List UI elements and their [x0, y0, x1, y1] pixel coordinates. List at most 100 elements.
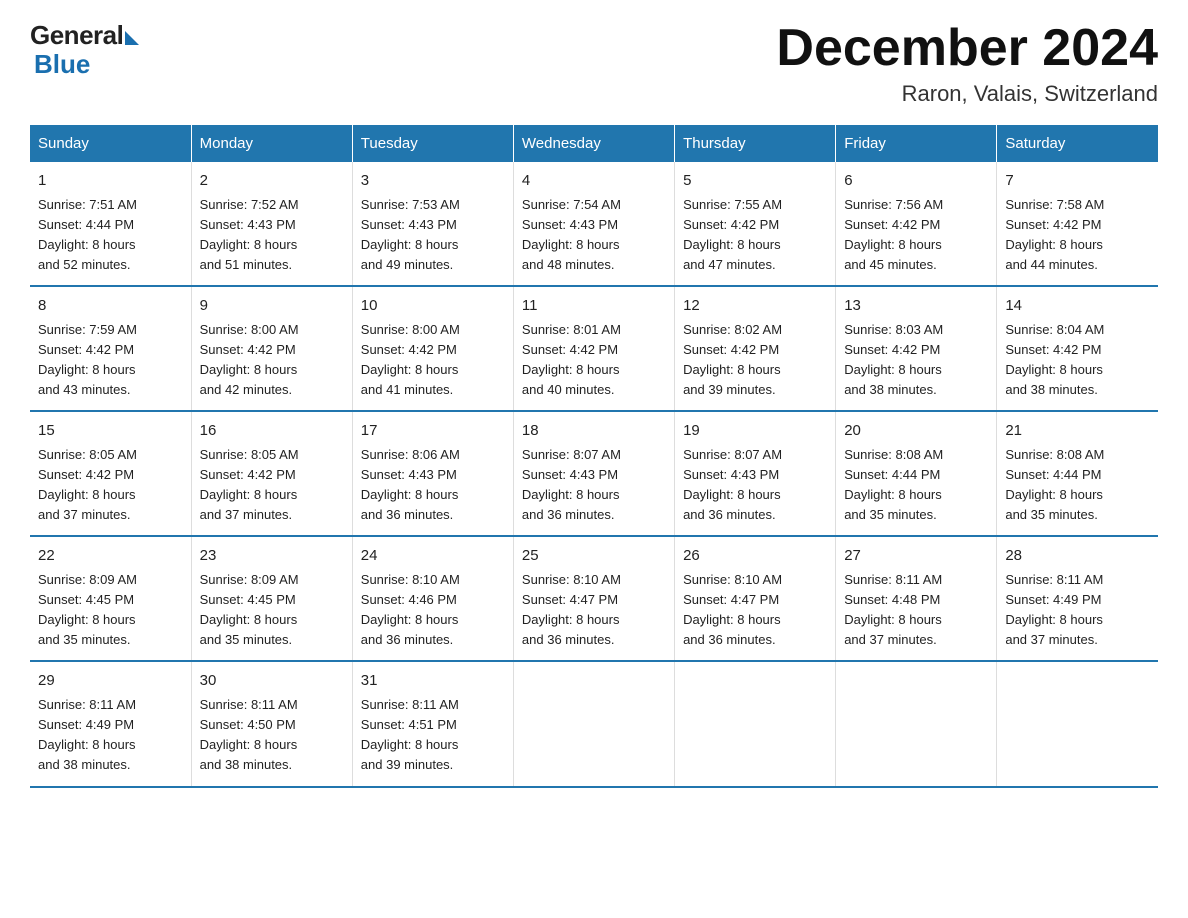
day-info: Sunrise: 7:56 AMSunset: 4:42 PMDaylight:…	[844, 195, 988, 276]
day-cell: 26Sunrise: 8:10 AMSunset: 4:47 PMDayligh…	[675, 536, 836, 661]
day-number: 21	[1005, 420, 1150, 443]
day-cell: 6Sunrise: 7:56 AMSunset: 4:42 PMDaylight…	[836, 162, 997, 286]
day-cell: 21Sunrise: 8:08 AMSunset: 4:44 PMDayligh…	[997, 411, 1158, 536]
column-header-saturday: Saturday	[997, 125, 1158, 162]
day-number: 7	[1005, 170, 1150, 193]
day-number: 6	[844, 170, 988, 193]
day-info: Sunrise: 8:05 AMSunset: 4:42 PMDaylight:…	[38, 445, 183, 526]
day-cell: 31Sunrise: 8:11 AMSunset: 4:51 PMDayligh…	[352, 661, 513, 786]
day-number: 5	[683, 170, 827, 193]
page-header: General Blue December 2024 Raron, Valais…	[30, 20, 1158, 107]
day-number: 1	[38, 170, 183, 193]
day-number: 28	[1005, 545, 1150, 568]
day-info: Sunrise: 8:01 AMSunset: 4:42 PMDaylight:…	[522, 320, 666, 401]
day-cell: 17Sunrise: 8:06 AMSunset: 4:43 PMDayligh…	[352, 411, 513, 536]
day-info: Sunrise: 8:06 AMSunset: 4:43 PMDaylight:…	[361, 445, 505, 526]
day-info: Sunrise: 7:59 AMSunset: 4:42 PMDaylight:…	[38, 320, 183, 401]
day-number: 18	[522, 420, 666, 443]
day-number: 30	[200, 670, 344, 693]
column-header-wednesday: Wednesday	[513, 125, 674, 162]
day-number: 23	[200, 545, 344, 568]
day-info: Sunrise: 8:00 AMSunset: 4:42 PMDaylight:…	[200, 320, 344, 401]
day-info: Sunrise: 8:11 AMSunset: 4:49 PMDaylight:…	[1005, 570, 1150, 651]
day-info: Sunrise: 8:10 AMSunset: 4:46 PMDaylight:…	[361, 570, 505, 651]
day-number: 3	[361, 170, 505, 193]
day-cell: 13Sunrise: 8:03 AMSunset: 4:42 PMDayligh…	[836, 286, 997, 411]
day-info: Sunrise: 8:11 AMSunset: 4:49 PMDaylight:…	[38, 695, 183, 776]
day-cell: 2Sunrise: 7:52 AMSunset: 4:43 PMDaylight…	[191, 162, 352, 286]
day-cell: 7Sunrise: 7:58 AMSunset: 4:42 PMDaylight…	[997, 162, 1158, 286]
day-info: Sunrise: 8:10 AMSunset: 4:47 PMDaylight:…	[522, 570, 666, 651]
day-number: 8	[38, 295, 183, 318]
day-info: Sunrise: 8:08 AMSunset: 4:44 PMDaylight:…	[844, 445, 988, 526]
day-cell: 18Sunrise: 8:07 AMSunset: 4:43 PMDayligh…	[513, 411, 674, 536]
day-cell: 12Sunrise: 8:02 AMSunset: 4:42 PMDayligh…	[675, 286, 836, 411]
week-row-1: 1Sunrise: 7:51 AMSunset: 4:44 PMDaylight…	[30, 162, 1158, 286]
column-header-sunday: Sunday	[30, 125, 191, 162]
day-number: 27	[844, 545, 988, 568]
day-number: 17	[361, 420, 505, 443]
day-cell: 22Sunrise: 8:09 AMSunset: 4:45 PMDayligh…	[30, 536, 191, 661]
day-info: Sunrise: 7:51 AMSunset: 4:44 PMDaylight:…	[38, 195, 183, 276]
column-header-tuesday: Tuesday	[352, 125, 513, 162]
week-row-4: 22Sunrise: 8:09 AMSunset: 4:45 PMDayligh…	[30, 536, 1158, 661]
day-number: 25	[522, 545, 666, 568]
day-number: 24	[361, 545, 505, 568]
day-cell: 19Sunrise: 8:07 AMSunset: 4:43 PMDayligh…	[675, 411, 836, 536]
day-number: 10	[361, 295, 505, 318]
day-number: 15	[38, 420, 183, 443]
day-info: Sunrise: 8:11 AMSunset: 4:50 PMDaylight:…	[200, 695, 344, 776]
day-number: 22	[38, 545, 183, 568]
week-row-3: 15Sunrise: 8:05 AMSunset: 4:42 PMDayligh…	[30, 411, 1158, 536]
day-number: 13	[844, 295, 988, 318]
location-label: Raron, Valais, Switzerland	[776, 81, 1158, 107]
day-number: 20	[844, 420, 988, 443]
day-info: Sunrise: 7:52 AMSunset: 4:43 PMDaylight:…	[200, 195, 344, 276]
week-row-2: 8Sunrise: 7:59 AMSunset: 4:42 PMDaylight…	[30, 286, 1158, 411]
logo-triangle-icon	[125, 31, 139, 45]
day-number: 29	[38, 670, 183, 693]
day-info: Sunrise: 7:53 AMSunset: 4:43 PMDaylight:…	[361, 195, 505, 276]
day-cell: 1Sunrise: 7:51 AMSunset: 4:44 PMDaylight…	[30, 162, 191, 286]
day-cell: 24Sunrise: 8:10 AMSunset: 4:46 PMDayligh…	[352, 536, 513, 661]
day-cell: 25Sunrise: 8:10 AMSunset: 4:47 PMDayligh…	[513, 536, 674, 661]
day-info: Sunrise: 8:10 AMSunset: 4:47 PMDaylight:…	[683, 570, 827, 651]
day-cell: 23Sunrise: 8:09 AMSunset: 4:45 PMDayligh…	[191, 536, 352, 661]
day-cell	[513, 661, 674, 786]
day-cell: 5Sunrise: 7:55 AMSunset: 4:42 PMDaylight…	[675, 162, 836, 286]
week-row-5: 29Sunrise: 8:11 AMSunset: 4:49 PMDayligh…	[30, 661, 1158, 786]
day-cell: 8Sunrise: 7:59 AMSunset: 4:42 PMDaylight…	[30, 286, 191, 411]
day-number: 16	[200, 420, 344, 443]
day-cell: 15Sunrise: 8:05 AMSunset: 4:42 PMDayligh…	[30, 411, 191, 536]
day-number: 2	[200, 170, 344, 193]
day-info: Sunrise: 8:04 AMSunset: 4:42 PMDaylight:…	[1005, 320, 1150, 401]
day-info: Sunrise: 8:11 AMSunset: 4:51 PMDaylight:…	[361, 695, 505, 776]
day-cell: 10Sunrise: 8:00 AMSunset: 4:42 PMDayligh…	[352, 286, 513, 411]
logo-general-text: General	[30, 20, 123, 51]
day-number: 31	[361, 670, 505, 693]
logo: General Blue	[30, 20, 139, 80]
logo-blue-text: Blue	[30, 49, 90, 80]
day-info: Sunrise: 7:54 AMSunset: 4:43 PMDaylight:…	[522, 195, 666, 276]
day-info: Sunrise: 8:07 AMSunset: 4:43 PMDaylight:…	[683, 445, 827, 526]
day-number: 14	[1005, 295, 1150, 318]
day-cell: 20Sunrise: 8:08 AMSunset: 4:44 PMDayligh…	[836, 411, 997, 536]
calendar-table: SundayMondayTuesdayWednesdayThursdayFrid…	[30, 125, 1158, 787]
day-info: Sunrise: 8:00 AMSunset: 4:42 PMDaylight:…	[361, 320, 505, 401]
day-info: Sunrise: 7:55 AMSunset: 4:42 PMDaylight:…	[683, 195, 827, 276]
day-cell: 29Sunrise: 8:11 AMSunset: 4:49 PMDayligh…	[30, 661, 191, 786]
header-right: December 2024 Raron, Valais, Switzerland	[776, 20, 1158, 107]
day-info: Sunrise: 8:07 AMSunset: 4:43 PMDaylight:…	[522, 445, 666, 526]
day-info: Sunrise: 8:09 AMSunset: 4:45 PMDaylight:…	[38, 570, 183, 651]
day-cell: 28Sunrise: 8:11 AMSunset: 4:49 PMDayligh…	[997, 536, 1158, 661]
day-number: 12	[683, 295, 827, 318]
day-cell: 27Sunrise: 8:11 AMSunset: 4:48 PMDayligh…	[836, 536, 997, 661]
day-cell: 9Sunrise: 8:00 AMSunset: 4:42 PMDaylight…	[191, 286, 352, 411]
day-info: Sunrise: 8:02 AMSunset: 4:42 PMDaylight:…	[683, 320, 827, 401]
day-cell: 16Sunrise: 8:05 AMSunset: 4:42 PMDayligh…	[191, 411, 352, 536]
day-cell: 11Sunrise: 8:01 AMSunset: 4:42 PMDayligh…	[513, 286, 674, 411]
day-cell	[836, 661, 997, 786]
column-header-thursday: Thursday	[675, 125, 836, 162]
day-info: Sunrise: 8:09 AMSunset: 4:45 PMDaylight:…	[200, 570, 344, 651]
day-cell	[997, 661, 1158, 786]
